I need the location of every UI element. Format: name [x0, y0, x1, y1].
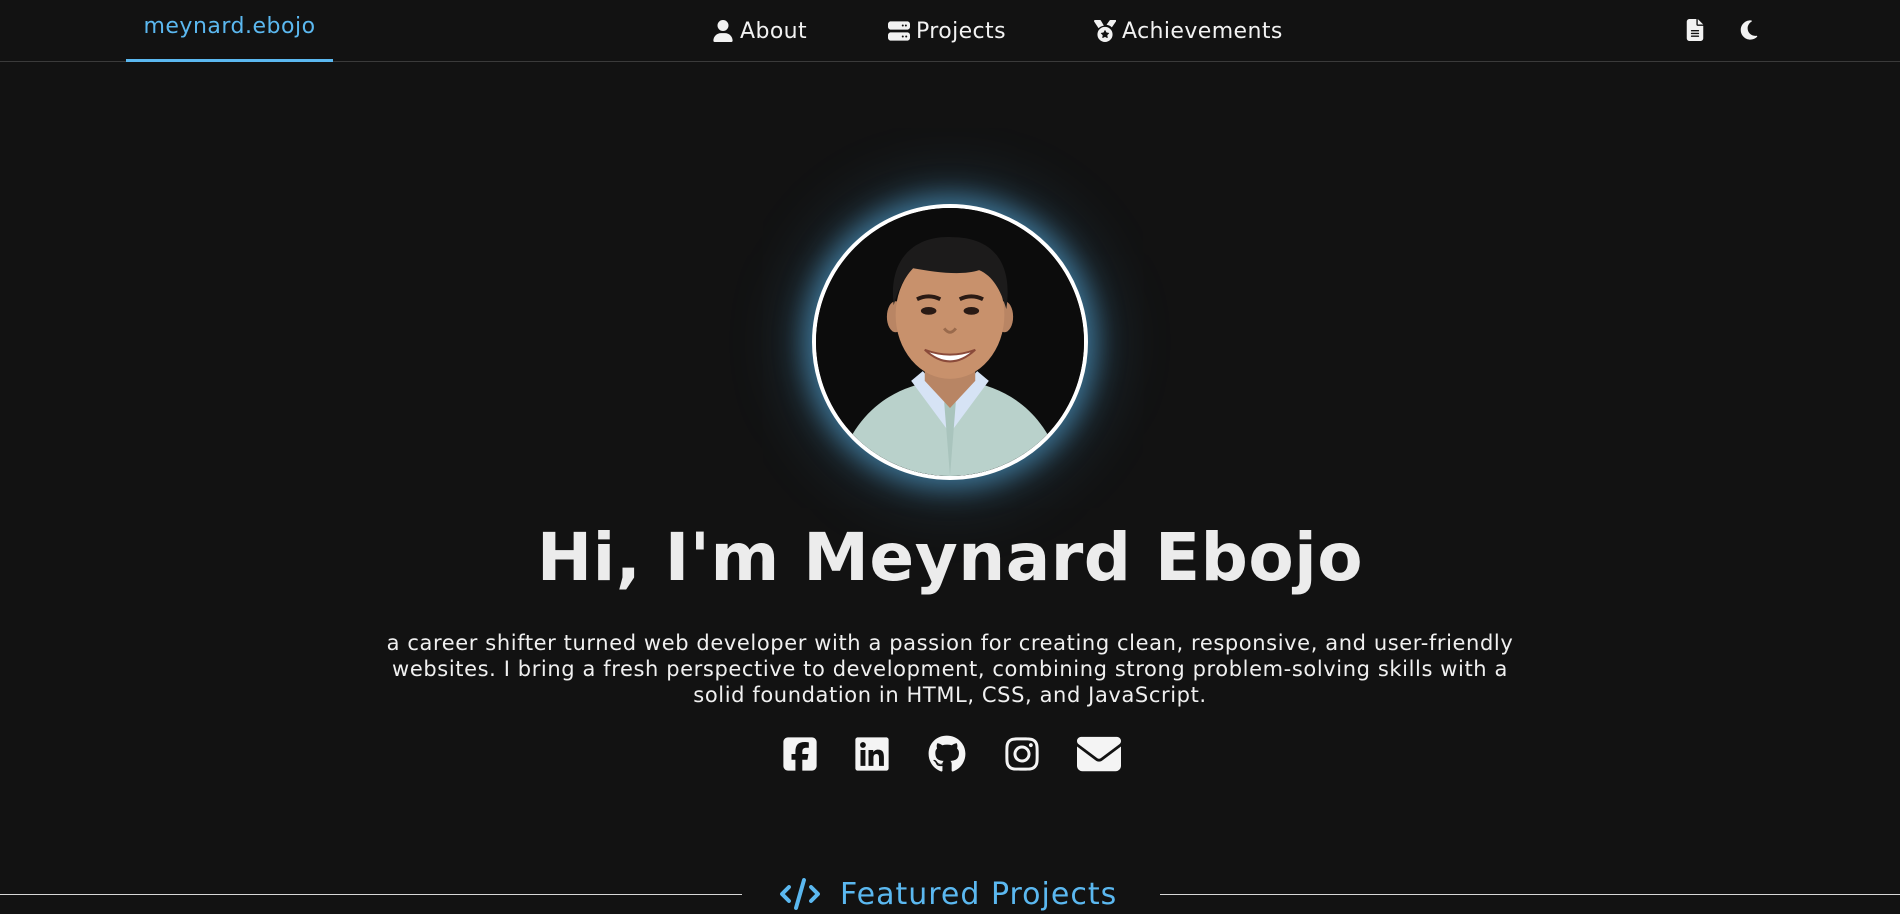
- social-links: [776, 734, 1124, 774]
- medal-icon: [1094, 20, 1116, 42]
- resume-button[interactable]: [1681, 16, 1709, 44]
- nav-label-achievements: Achievements: [1122, 18, 1283, 44]
- nav-label-about: About: [740, 18, 808, 44]
- document-icon: [1686, 19, 1704, 41]
- nav-link-projects[interactable]: Projects: [888, 14, 1006, 48]
- section-divider-left: [0, 894, 742, 895]
- nav-link-about[interactable]: About: [712, 14, 807, 48]
- code-icon: [780, 878, 820, 910]
- email-link[interactable]: [1076, 734, 1122, 774]
- avatar-illustration: [816, 208, 1084, 476]
- linkedin-icon: [855, 737, 889, 771]
- profile-photo: [812, 204, 1088, 480]
- theme-toggle-button[interactable]: [1735, 16, 1763, 44]
- hero-title: Hi, I'm Meynard Ebojo: [536, 519, 1364, 596]
- featured-projects-title: Featured Projects: [840, 876, 1118, 912]
- hero-description: a career shifter turned web developer wi…: [386, 631, 1514, 707]
- instagram-icon: [1005, 737, 1039, 771]
- nav-link-achievements[interactable]: Achievements: [1094, 14, 1283, 48]
- facebook-link[interactable]: [780, 734, 820, 774]
- github-icon: [928, 735, 966, 772]
- moon-icon: [1740, 20, 1758, 40]
- section-divider-right: [1160, 894, 1900, 895]
- facebook-icon: [783, 737, 817, 771]
- linkedin-link[interactable]: [852, 734, 892, 774]
- server-icon: [888, 21, 910, 41]
- nav-label-projects: Projects: [916, 18, 1006, 44]
- featured-projects-heading: Featured Projects: [780, 874, 1117, 914]
- github-link[interactable]: [927, 734, 967, 774]
- instagram-link[interactable]: [1002, 734, 1042, 774]
- envelope-icon: [1077, 736, 1121, 772]
- user-icon: [713, 20, 733, 42]
- top-navbar: meynard.ebojo About Projects Achievement…: [0, 0, 1900, 62]
- brand-link[interactable]: meynard.ebojo: [126, 0, 333, 62]
